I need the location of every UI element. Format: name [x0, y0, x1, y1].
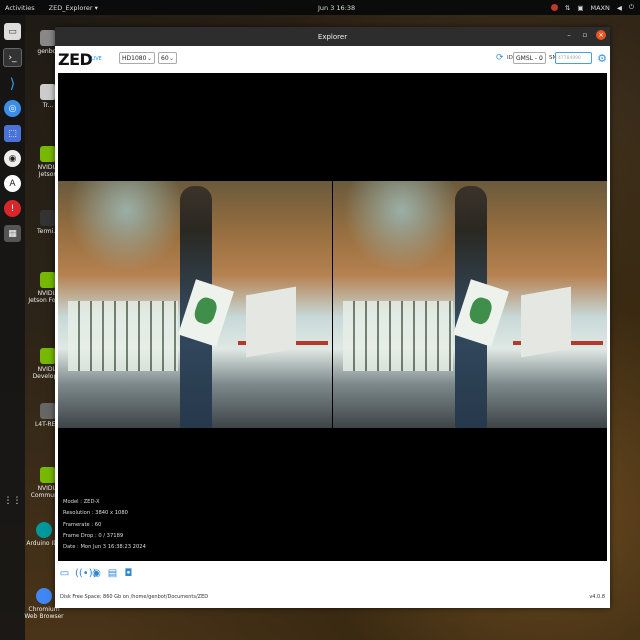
home-folder-icon — [40, 30, 56, 46]
nvidia-status-icon[interactable] — [550, 4, 558, 11]
vscode-icon[interactable]: ⟩ — [4, 75, 21, 92]
alert-icon[interactable]: ! — [4, 200, 21, 217]
camera-info-overlay: Model : ZED-X Resolution : 3840 x 1080 F… — [63, 497, 146, 553]
chevron-down-icon: ⌄ — [168, 55, 174, 62]
id-label: ID — [507, 55, 513, 61]
nvidia-icon — [40, 348, 56, 364]
resolution-select[interactable]: HD1080 ⌄ — [119, 52, 155, 64]
zed-logo: ZED — [58, 50, 93, 69]
camera-select[interactable]: GMSL - 0 ⌄ — [513, 52, 546, 64]
right-camera-image — [333, 181, 607, 428]
terminal-icon[interactable]: ›_ — [3, 48, 22, 67]
info-date: Date : Mon Jun 3 16:38:23 2024 — [63, 544, 146, 551]
chevron-down-icon: ⌄ — [146, 55, 152, 62]
activities-button[interactable]: Activities — [5, 4, 35, 12]
show-apps-icon[interactable]: ⋮⋮ — [4, 492, 22, 509]
system-tray[interactable]: ⇅ ▣ MAXN ◀ ⏻ — [550, 3, 634, 12]
disk-status: Disk Free Space: 860 Gb on /home/genbot/… — [60, 594, 209, 600]
network-icon[interactable]: ⇅ — [565, 4, 570, 12]
clock[interactable]: Jun 3 16:38 — [318, 4, 355, 12]
software-icon[interactable]: A — [4, 175, 21, 192]
screenshot-icon[interactable]: ⬚ — [4, 125, 21, 142]
power-mode-label[interactable]: MAXN — [590, 4, 609, 12]
chromium-icon — [36, 588, 52, 604]
window-title: Explorer — [317, 32, 348, 41]
info-model: Model : ZED-X — [63, 499, 100, 505]
info-framerate: Framerate : 60 — [63, 521, 102, 528]
stream-icon[interactable]: ((•)) — [75, 568, 97, 579]
zed-explorer-window: Explorer – ▫ × ZED LIVE HD1080 ⌄ 60 ⌄ ⟳ … — [55, 27, 610, 608]
files-icon[interactable]: ▭ — [4, 23, 21, 40]
dock: ▭ ›_ ⟩ ◎ ⬚ ◉ A ! ▦ ⋮⋮ — [0, 15, 25, 640]
arduino-icon — [36, 522, 52, 538]
serial-number-field[interactable]: 47784990 — [555, 52, 592, 64]
app-menu[interactable]: ZED_Explorer ▾ — [49, 4, 98, 12]
terminal-icon — [40, 210, 56, 226]
refresh-icon[interactable]: ⟳ — [496, 53, 504, 63]
folder-icon[interactable]: ▭ — [59, 568, 70, 579]
settings-icon[interactable]: ⚙ — [597, 52, 607, 65]
power-icon[interactable]: ⏻ — [629, 3, 634, 12]
nvidia-icon — [40, 272, 56, 288]
bottom-toolbar: ▭ ((•)) ◉ ▤ ◘ — [59, 568, 134, 579]
trash-icon — [40, 84, 56, 100]
left-camera-image — [58, 181, 332, 428]
zed-explorer-dock-icon[interactable]: ▦ — [4, 225, 21, 242]
close-icon[interactable]: × — [596, 30, 606, 40]
system-top-bar: Activities ZED_Explorer ▾ Jun 3 16:38 ⇅ … — [0, 0, 640, 15]
live-label: LIVE — [91, 56, 102, 62]
snapshot-icon[interactable]: ◘ — [123, 568, 134, 579]
nvidia-icon — [40, 467, 56, 483]
nvidia-icon — [40, 146, 56, 162]
info-resolution: Resolution : 3840 x 1080 — [63, 510, 128, 517]
maximize-icon[interactable]: ▫ — [580, 30, 590, 40]
window-titlebar[interactable]: Explorer – ▫ × — [55, 27, 610, 46]
volume-icon[interactable]: ◀ — [617, 4, 622, 12]
depth-icon[interactable]: ◉ — [91, 568, 102, 579]
chromium-icon[interactable]: ◎ — [4, 100, 21, 117]
info-frame-drop: Frame Drop : 0 / 37189 — [63, 532, 124, 539]
chip-icon[interactable]: ▣ — [577, 4, 583, 12]
version-label: v4.0.8 — [589, 594, 605, 600]
camera-viewer[interactable]: Model : ZED-X Resolution : 3840 x 1080 F… — [58, 73, 607, 561]
fps-select[interactable]: 60 ⌄ — [158, 52, 177, 64]
toolbar: ZED LIVE HD1080 ⌄ 60 ⌄ ⟳ ID GMSL - 0 ⌄ S… — [55, 46, 610, 72]
minimize-icon[interactable]: – — [564, 30, 574, 40]
record-icon[interactable]: ▤ — [107, 568, 118, 579]
document-icon — [40, 403, 56, 419]
chevron-down-icon: ⌄ — [537, 55, 543, 62]
obs-icon[interactable]: ◉ — [4, 150, 21, 167]
